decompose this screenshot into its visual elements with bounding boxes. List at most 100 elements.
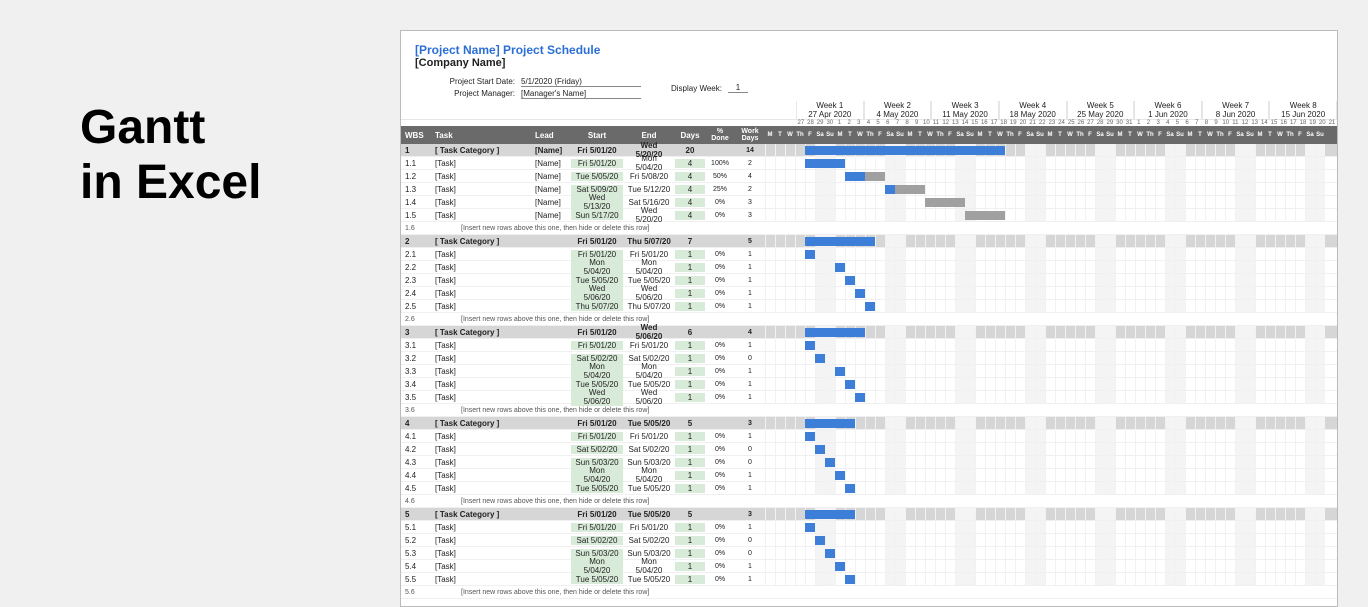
task-row[interactable]: 1.2[Task][Name]Tue 5/05/20Fri 5/08/20450… — [401, 170, 1337, 183]
dow-cell: M — [975, 132, 985, 138]
gantt-area — [765, 157, 1337, 169]
dow-cell: Sa — [1235, 132, 1245, 138]
gantt-area — [765, 339, 1337, 351]
day-number: 6 — [1182, 120, 1192, 126]
gantt-area — [765, 365, 1337, 377]
day-number: 20 — [1317, 120, 1327, 126]
gantt-bar — [855, 393, 865, 402]
gantt-bar — [845, 484, 855, 493]
task-row[interactable]: 2.2[Task]Mon 5/04/20Mon 5/04/2010%1 — [401, 261, 1337, 274]
task-row[interactable]: 5.2[Task]Sat 5/02/20Sat 5/02/2010%0 — [401, 534, 1337, 547]
day-number: 28 — [1095, 120, 1105, 126]
task-row[interactable]: 5.5[Task]Tue 5/05/20Tue 5/05/2010%1 — [401, 573, 1337, 586]
dow-cell: T — [985, 132, 995, 138]
category-row[interactable]: 4[ Task Category ]Fri 5/01/20Tue 5/05/20… — [401, 417, 1337, 430]
gantt-bar — [805, 510, 855, 519]
task-row[interactable]: 3.4[Task]Tue 5/05/20Tue 5/05/2010%1 — [401, 378, 1337, 391]
task-row[interactable]: 4.2[Task]Sat 5/02/20Sat 5/02/2010%0 — [401, 443, 1337, 456]
task-row[interactable]: 4.1[Task]Fri 5/01/20Fri 5/01/2010%1 — [401, 430, 1337, 443]
task-row[interactable]: 1.5[Task][Name]Sun 5/17/20Wed 5/20/2040%… — [401, 209, 1337, 222]
col-wbs: WBS — [401, 131, 431, 140]
insert-row: 1.6[Insert new rows above this one, then… — [401, 222, 1337, 235]
dow-cell: W — [995, 132, 1005, 138]
left-heading-panel: Gantt in Excel — [0, 0, 400, 607]
category-row[interactable]: 3[ Task Category ]Fri 5/01/20Wed 5/06/20… — [401, 326, 1337, 339]
gantt-bar — [805, 159, 845, 168]
category-row[interactable]: 5[ Task Category ]Fri 5/01/20Tue 5/05/20… — [401, 508, 1337, 521]
manager-value[interactable]: [Manager's Name] — [521, 89, 641, 99]
dow-cell: Su — [1245, 132, 1255, 138]
task-row[interactable]: 1.1[Task][Name]Fri 5/01/20Mon 5/04/20410… — [401, 157, 1337, 170]
gantt-bar — [805, 250, 815, 259]
dow-cell: W — [1065, 132, 1075, 138]
task-row[interactable]: 4.3[Task]Sun 5/03/20Sun 5/03/2010%0 — [401, 456, 1337, 469]
display-week-value[interactable]: 1 — [728, 83, 748, 93]
gantt-bar — [805, 432, 815, 441]
task-row[interactable]: 5.4[Task]Mon 5/04/20Mon 5/04/2010%1 — [401, 560, 1337, 573]
task-row[interactable]: 5.1[Task]Fri 5/01/20Fri 5/01/2010%1 — [401, 521, 1337, 534]
dow-cell: F — [805, 132, 815, 138]
gantt-bar — [845, 575, 855, 584]
week-column: Week 78 Jun 2020 — [1202, 101, 1270, 119]
day-number: 5 — [873, 120, 883, 126]
category-row[interactable]: 2[ Task Category ]Fri 5/01/20Thu 5/07/20… — [401, 235, 1337, 248]
day-number: 3 — [854, 120, 864, 126]
start-date-value[interactable]: 5/1/2020 (Friday) — [521, 77, 641, 87]
dow-cell: M — [765, 132, 775, 138]
day-number: 29 — [1105, 120, 1115, 126]
gantt-bar — [835, 367, 845, 376]
col-workdays: Work Days — [735, 128, 765, 142]
weeks-header: Week 127 Apr 2020Week 24 May 2020Week 31… — [401, 101, 1337, 119]
day-number: 27 — [796, 120, 806, 126]
task-row[interactable]: 3.5[Task]Wed 5/06/20Wed 5/06/2010%1 — [401, 391, 1337, 404]
gantt-bar — [835, 263, 845, 272]
gantt-bar — [845, 380, 855, 389]
day-number: 20 — [1018, 120, 1028, 126]
day-number: 14 — [1260, 120, 1270, 126]
task-row[interactable]: 4.5[Task]Tue 5/05/20Tue 5/05/2010%1 — [401, 482, 1337, 495]
day-number: 9 — [1211, 120, 1221, 126]
gantt-area — [765, 508, 1337, 520]
day-number: 4 — [864, 120, 874, 126]
task-row[interactable]: 5.3[Task]Sun 5/03/20Sun 5/03/2010%0 — [401, 547, 1337, 560]
day-number: 9 — [912, 120, 922, 126]
dow-cell: Sa — [1095, 132, 1105, 138]
day-number: 19 — [1008, 120, 1018, 126]
dow-cell: W — [1135, 132, 1145, 138]
task-row[interactable]: 1.3[Task][Name]Sat 5/09/20Tue 5/12/20425… — [401, 183, 1337, 196]
gantt-area — [765, 417, 1337, 429]
dow-cell: Sa — [1305, 132, 1315, 138]
gantt-bar — [825, 549, 835, 558]
gantt-area — [765, 274, 1337, 286]
gantt-bar-incomplete — [925, 198, 965, 207]
task-row[interactable]: 2.5[Task]Thu 5/07/20Thu 5/07/2010%1 — [401, 300, 1337, 313]
task-row[interactable]: 2.4[Task]Wed 5/06/20Wed 5/06/2010%1 — [401, 287, 1337, 300]
gantt-area — [765, 443, 1337, 455]
day-number: 15 — [970, 120, 980, 126]
task-row[interactable]: 1.4[Task][Name]Wed 5/13/20Sat 5/16/2040%… — [401, 196, 1337, 209]
task-row[interactable]: 3.3[Task]Mon 5/04/20Mon 5/04/2010%1 — [401, 365, 1337, 378]
gantt-area — [765, 469, 1337, 481]
task-row[interactable]: 2.1[Task]Fri 5/01/20Fri 5/01/2010%1 — [401, 248, 1337, 261]
dow-cell: M — [835, 132, 845, 138]
day-number: 14 — [960, 120, 970, 126]
task-row[interactable]: 2.3[Task]Tue 5/05/20Tue 5/05/2010%1 — [401, 274, 1337, 287]
dow-cell: F — [1295, 132, 1305, 138]
day-number: 19 — [1308, 120, 1318, 126]
gantt-area — [765, 456, 1337, 468]
col-start: Start — [571, 131, 623, 140]
gantt-area — [765, 326, 1337, 338]
dow-cell: Su — [965, 132, 975, 138]
task-row[interactable]: 4.4[Task]Mon 5/04/20Mon 5/04/2010%1 — [401, 469, 1337, 482]
table-body: 1[ Task Category ][Name]Fri 5/01/20Wed 5… — [401, 144, 1337, 599]
day-number: 25 — [1066, 120, 1076, 126]
dow-cell: Th — [1215, 132, 1225, 138]
task-row[interactable]: 3.2[Task]Sat 5/02/20Sat 5/02/2010%0 — [401, 352, 1337, 365]
dow-cell: Th — [795, 132, 805, 138]
dow-header: MTWThFSaSuMTWThFSaSuMTWThFSaSuMTWThFSaSu… — [765, 132, 1337, 138]
task-row[interactable]: 3.1[Task]Fri 5/01/20Fri 5/01/2010%1 — [401, 339, 1337, 352]
dow-cell: M — [1185, 132, 1195, 138]
category-row[interactable]: 1[ Task Category ][Name]Fri 5/01/20Wed 5… — [401, 144, 1337, 157]
dow-cell: Su — [825, 132, 835, 138]
dow-cell: Sa — [1025, 132, 1035, 138]
